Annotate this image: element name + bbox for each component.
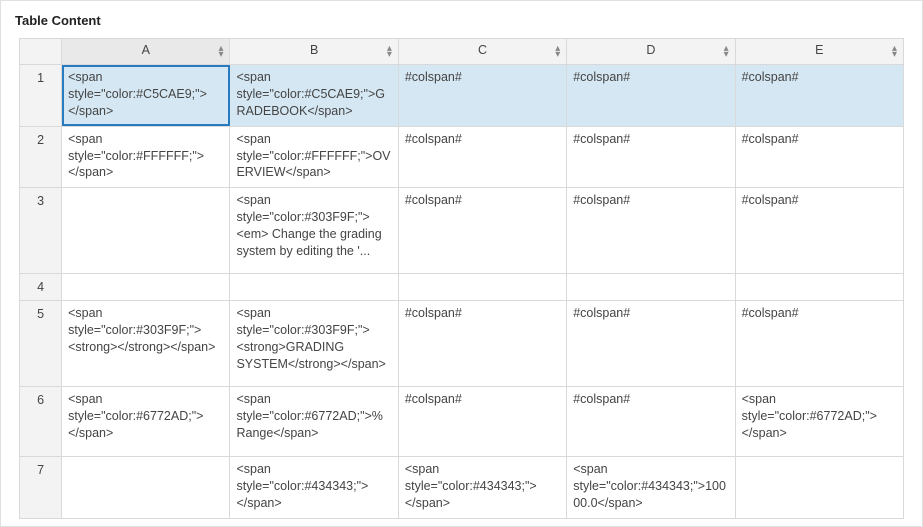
spreadsheet-grid[interactable]: A ▴ ▾ B ▴ ▾ C xyxy=(1,38,922,527)
cell-E6[interactable]: <span style="color:#6772AD;"></span> xyxy=(735,387,903,457)
column-header-row: A ▴ ▾ B ▴ ▾ C xyxy=(20,39,904,65)
cell-B5[interactable]: <span style="color:#303F9F;"><strong>GRA… xyxy=(230,301,398,387)
row-number[interactable]: 6 xyxy=(20,387,62,457)
panel-title: Table Content xyxy=(1,1,922,38)
corner-cell[interactable] xyxy=(20,39,62,65)
cell-B6[interactable]: <span style="color:#6772AD;">% Range</sp… xyxy=(230,387,398,457)
col-header-B[interactable]: B ▴ ▾ xyxy=(230,39,398,65)
row-number[interactable]: 1 xyxy=(20,65,62,127)
cell-E3[interactable]: #colspan# xyxy=(735,188,903,274)
col-header-D[interactable]: D ▴ ▾ xyxy=(567,39,735,65)
col-header-E[interactable]: E ▴ ▾ xyxy=(735,39,903,65)
row-number[interactable]: 4 xyxy=(20,274,62,301)
cell-A3[interactable] xyxy=(62,188,230,274)
cell-A4[interactable] xyxy=(62,274,230,301)
cell-B7[interactable]: <span style="color:#434343;"></span> xyxy=(230,457,398,519)
cell-B3[interactable]: <span style="color:#303F9F;"><em> Change… xyxy=(230,188,398,274)
row-number[interactable]: 2 xyxy=(20,126,62,188)
table-row: 4 xyxy=(20,274,904,301)
row-number[interactable]: 5 xyxy=(20,301,62,387)
table-row: 2 <span style="color:#FFFFFF;"></span> <… xyxy=(20,126,904,188)
cell-A1[interactable]: <span style="color:#C5CAE9;"></span> xyxy=(62,65,230,127)
col-label: A xyxy=(142,43,150,57)
cell-B2[interactable]: <span style="color:#FFFFFF;">OVERVIEW</s… xyxy=(230,126,398,188)
cell-C2[interactable]: #colspan# xyxy=(398,126,566,188)
table-row: 3 <span style="color:#303F9F;"><em> Chan… xyxy=(20,188,904,274)
sort-down-icon: ▾ xyxy=(555,52,560,58)
cell-E7[interactable] xyxy=(735,457,903,519)
cell-C6[interactable]: #colspan# xyxy=(398,387,566,457)
cell-D3[interactable]: #colspan# xyxy=(567,188,735,274)
cell-A7[interactable] xyxy=(62,457,230,519)
cell-C5[interactable]: #colspan# xyxy=(398,301,566,387)
col-label: C xyxy=(478,43,487,57)
cell-D1[interactable]: #colspan# xyxy=(567,65,735,127)
sort-handle-icon[interactable]: ▴ ▾ xyxy=(218,46,223,58)
cell-A5[interactable]: <span style="color:#303F9F;"><strong></s… xyxy=(62,301,230,387)
table-row: 6 <span style="color:#6772AD;"></span> <… xyxy=(20,387,904,457)
sort-down-icon: ▾ xyxy=(218,52,223,58)
cell-A6[interactable]: <span style="color:#6772AD;"></span> xyxy=(62,387,230,457)
cell-E4[interactable] xyxy=(735,274,903,301)
cell-B1[interactable]: <span style="color:#C5CAE9;">GRADEBOOK</… xyxy=(230,65,398,127)
cell-B4[interactable] xyxy=(230,274,398,301)
col-label: B xyxy=(310,43,318,57)
cell-A2[interactable]: <span style="color:#FFFFFF;"></span> xyxy=(62,126,230,188)
col-header-C[interactable]: C ▴ ▾ xyxy=(398,39,566,65)
table-row: 5 <span style="color:#303F9F;"><strong><… xyxy=(20,301,904,387)
cell-D7[interactable]: <span style="color:#434343;">10000.0</sp… xyxy=(567,457,735,519)
table-content-panel: Table Content A ▴ ▾ xyxy=(0,0,923,527)
sort-handle-icon[interactable]: ▴ ▾ xyxy=(555,46,560,58)
cell-C7[interactable]: <span style="color:#434343;"></span> xyxy=(398,457,566,519)
cell-D2[interactable]: #colspan# xyxy=(567,126,735,188)
col-label: E xyxy=(815,43,823,57)
cell-C3[interactable]: #colspan# xyxy=(398,188,566,274)
cell-E1[interactable]: #colspan# xyxy=(735,65,903,127)
cell-C4[interactable] xyxy=(398,274,566,301)
col-header-A[interactable]: A ▴ ▾ xyxy=(62,39,230,65)
row-number[interactable]: 7 xyxy=(20,457,62,519)
cell-D5[interactable]: #colspan# xyxy=(567,301,735,387)
col-label: D xyxy=(646,43,655,57)
sort-handle-icon[interactable]: ▴ ▾ xyxy=(892,46,897,58)
cell-D6[interactable]: #colspan# xyxy=(567,387,735,457)
table-row: 1 <span style="color:#C5CAE9;"></span> <… xyxy=(20,65,904,127)
sort-down-icon: ▾ xyxy=(387,52,392,58)
cell-C1[interactable]: #colspan# xyxy=(398,65,566,127)
sheet-table: A ▴ ▾ B ▴ ▾ C xyxy=(19,38,904,519)
cell-E5[interactable]: #colspan# xyxy=(735,301,903,387)
sort-down-icon: ▾ xyxy=(892,52,897,58)
sort-handle-icon[interactable]: ▴ ▾ xyxy=(724,46,729,58)
sort-handle-icon[interactable]: ▴ ▾ xyxy=(387,46,392,58)
row-number[interactable]: 3 xyxy=(20,188,62,274)
cell-E2[interactable]: #colspan# xyxy=(735,126,903,188)
table-row: 7 <span style="color:#434343;"></span> <… xyxy=(20,457,904,519)
sort-down-icon: ▾ xyxy=(724,52,729,58)
cell-D4[interactable] xyxy=(567,274,735,301)
